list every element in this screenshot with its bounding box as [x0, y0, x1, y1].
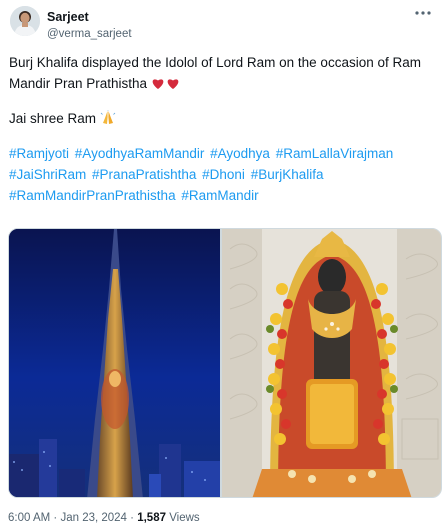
hearts-emoji	[151, 76, 181, 91]
tweet-media	[8, 228, 442, 498]
hashtag-link[interactable]: #RamLallaVirajman	[276, 146, 394, 161]
footer-separator: ·	[130, 512, 135, 524]
views-label: Views	[169, 512, 200, 524]
avatar[interactable]	[10, 6, 40, 36]
views-count: 1,587	[137, 512, 166, 524]
hashtag-link[interactable]: #AyodhyaRamMandir	[75, 146, 205, 161]
more-options-icon[interactable]	[411, 6, 435, 24]
hashtag-link[interactable]: #Ramjyoti	[9, 146, 69, 161]
tweet-line-1: Burj Khalifa displayed the Idolol of Lor…	[9, 52, 429, 94]
ram-lalla-idol-illustration	[222, 229, 441, 497]
tweet-date[interactable]: Jan 23, 2024	[60, 512, 127, 524]
folded-hands-emoji	[100, 110, 116, 126]
hashtag-link[interactable]: #PranaPratishtha	[92, 167, 196, 182]
burj-khalifa-illustration	[9, 229, 220, 497]
hashtag-link[interactable]: #Dhoni	[202, 167, 245, 182]
hashtag-link[interactable]: #RamMandirPranPrathistha	[9, 188, 176, 203]
tweet-line-2: Jai shree Ram	[9, 108, 429, 129]
hashtag-link[interactable]: #Ayodhya	[210, 146, 270, 161]
tweet-footer: 6:00 AM · Jan 23, 2024 · 1,587 Views	[8, 512, 200, 524]
avatar-image	[10, 6, 40, 36]
burj-khalifa-photo[interactable]	[9, 229, 220, 497]
tweet-time[interactable]: 6:00 AM	[8, 512, 50, 524]
tweet-header: Sarjeet @verma_sarjeet	[10, 4, 437, 44]
ram-lalla-idol-photo[interactable]	[222, 229, 441, 497]
footer-separator: ·	[53, 512, 58, 524]
tweet-card: Sarjeet @verma_sarjeet Burj Khalifa disp…	[0, 0, 445, 531]
tweet-line-2-text: Jai shree Ram	[9, 111, 97, 126]
tweet-line-1-text: Burj Khalifa displayed the Idolol of Lor…	[9, 55, 421, 91]
hashtag-link[interactable]: #JaiShriRam	[9, 167, 86, 182]
hashtag-link[interactable]: #RamMandir	[181, 188, 258, 203]
tweet-text: Burj Khalifa displayed the Idolol of Lor…	[9, 52, 429, 206]
author-handle[interactable]: @verma_sarjeet	[47, 28, 132, 40]
hashtags: #Ramjyoti #AyodhyaRamMandir #Ayodhya #Ra…	[9, 143, 429, 206]
author-name[interactable]: Sarjeet	[47, 10, 89, 24]
hashtag-link[interactable]: #BurjKhalifa	[251, 167, 324, 182]
